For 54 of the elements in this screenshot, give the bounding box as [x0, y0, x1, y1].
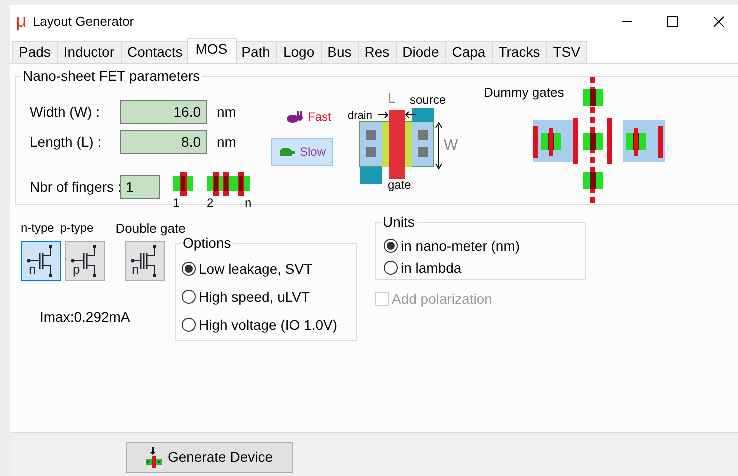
speed-option[interactable]: Slow [271, 138, 334, 166]
type-label: n-type [21, 220, 54, 237]
fingers-icon [207, 172, 250, 196]
length-arrows [378, 112, 416, 118]
tab[interactable]: Bus [320, 41, 359, 63]
input-field[interactable]: 8.0 [120, 130, 207, 154]
radio-option[interactable]: High speed, uLVT [182, 286, 356, 308]
tab[interactable]: Diode [396, 41, 446, 63]
tab[interactable]: Pads [12, 41, 58, 63]
width-arrow [436, 122, 442, 170]
field-label: Width (W) : [30, 102, 101, 122]
finger-icon [173, 172, 193, 196]
window-title: Layout Generator [32, 12, 134, 31]
imax-readout: Imax:0.292mA [40, 308, 132, 326]
tab[interactable]: Res [358, 41, 397, 63]
radio-option[interactable]: in nano-meter (nm) [384, 235, 585, 257]
finger-count: n [245, 197, 252, 209]
tab[interactable]: Logo [276, 41, 322, 63]
dummy-gates-label: Dummy gates [484, 84, 564, 102]
tab[interactable]: MOS [186, 38, 237, 63]
length-label: L [388, 90, 396, 106]
type-label: Double gate [116, 220, 186, 238]
tab[interactable]: TSV [546, 41, 588, 63]
rabbit-icon [286, 110, 304, 124]
tab[interactable]: Contacts [120, 41, 190, 63]
tab[interactable]: Inductor [56, 41, 122, 63]
finger-count: 1 [173, 197, 180, 209]
width-label: W [444, 137, 458, 154]
tab[interactable]: Tracks [492, 41, 548, 63]
source-label: source [410, 93, 446, 107]
type-label: p-type [60, 220, 94, 237]
speed-option[interactable]: Fast [279, 103, 338, 131]
field-label: Length (L) : [30, 132, 103, 152]
finger-count: 2 [207, 197, 214, 209]
unit-label: nm [217, 102, 236, 122]
app-logo: μ [16, 12, 27, 31]
unit-label: nm [217, 132, 236, 152]
tab[interactable]: Capa [445, 41, 493, 63]
radio-option[interactable]: High voltage (IO 1.0V) [182, 314, 356, 336]
group-title: Options [181, 235, 234, 251]
group-title: Nano-sheet FET parameters [21, 68, 202, 84]
maximize-icon [667, 16, 679, 28]
radio-option[interactable]: in lambda [384, 257, 585, 279]
radio-option[interactable]: Low leakage, SVT [182, 258, 356, 280]
input-field[interactable]: 1 [120, 175, 160, 199]
tab[interactable]: Path [234, 41, 278, 63]
checkbox-option: Add polarization [375, 288, 586, 310]
input-field[interactable]: 16.0 [120, 100, 207, 124]
generate-device-button[interactable]: Generate Device [126, 442, 293, 473]
group-title: Units [381, 214, 417, 230]
device-icon [146, 447, 162, 468]
drain-label: drain [348, 110, 372, 122]
gate-label: gate [388, 178, 412, 192]
close-icon [713, 16, 725, 28]
